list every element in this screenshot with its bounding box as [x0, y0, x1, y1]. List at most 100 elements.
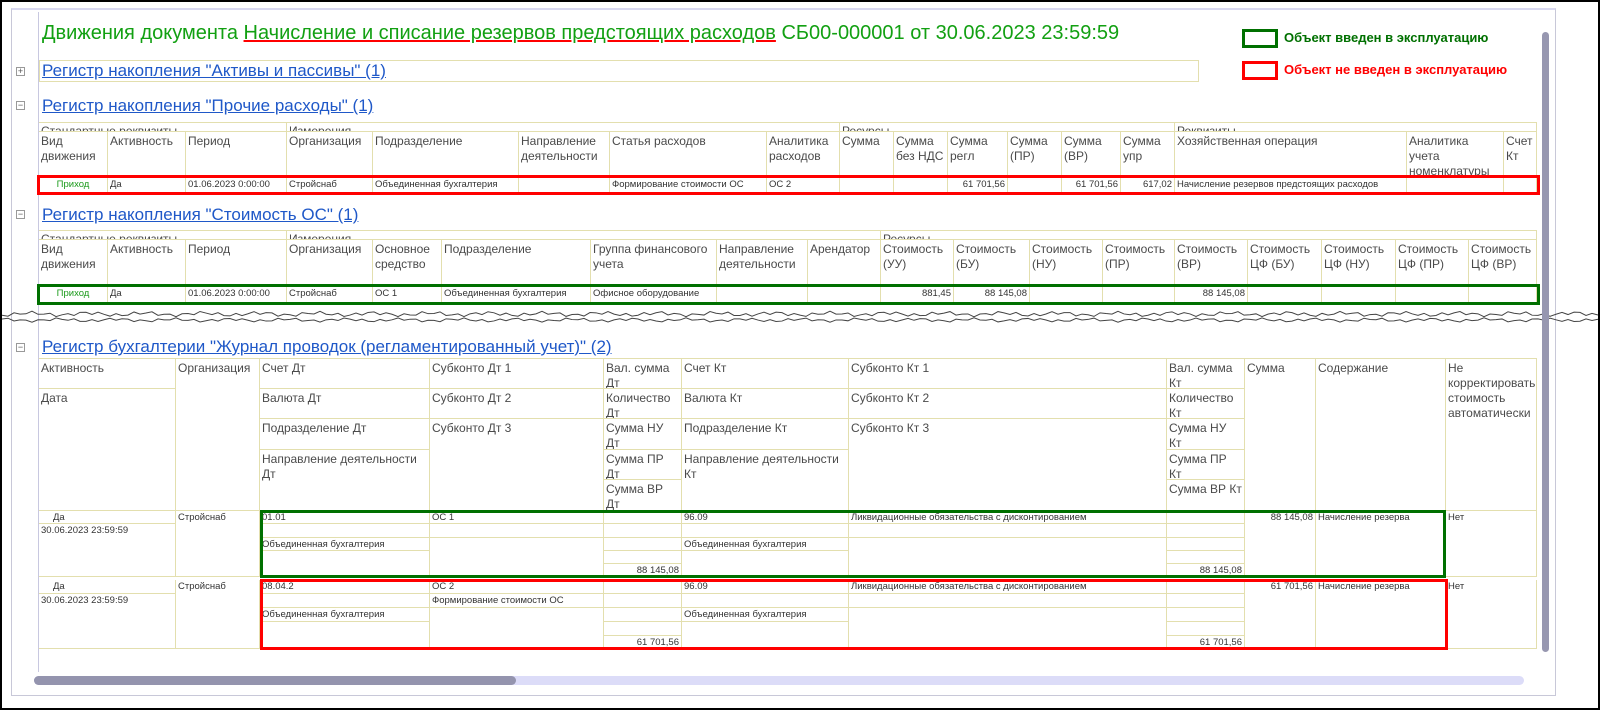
table-cell: Начисление резервов предстоящих расходов [1175, 178, 1407, 193]
table-cell [604, 551, 682, 564]
table-cell: Ликвидационные обязательства с дисконтир… [849, 580, 1167, 594]
table-cell: 61 701,56 [1245, 580, 1316, 649]
column-header: Активность [39, 359, 176, 389]
table-cell [682, 622, 849, 649]
section-cost-link[interactable]: Регистр накопления "Стоимость ОС" (1) [42, 205, 358, 225]
table-cell: Да [39, 580, 176, 594]
column-header: Подразделение [442, 240, 591, 287]
table-cell [1167, 580, 1245, 594]
column-header: Не корректировать стоимость автоматическ… [1446, 359, 1537, 511]
collapse-icon[interactable]: − [16, 210, 25, 219]
title-prefix: Движения документа [42, 22, 244, 44]
document-link[interactable]: Начисление и списание резервов предстоящ… [244, 22, 776, 44]
table-cell: Да [108, 287, 186, 303]
collapse-icon[interactable]: − [16, 343, 25, 352]
table-cell [682, 551, 849, 577]
table-cell: 88 145,08 [1175, 287, 1248, 303]
table-cell: 08.04.2 [260, 580, 430, 594]
column-header: Направление деятельности Кт [682, 450, 849, 511]
horizontal-scrollbar-thumb[interactable] [34, 676, 516, 685]
table-cell: Нет [1446, 580, 1537, 649]
expand-icon[interactable]: + [16, 67, 25, 76]
column-header: Сумма ВР Дт [604, 480, 682, 511]
column-header: Аналитика расходов [767, 132, 840, 178]
column-group-header: Стандартные реквизиты [39, 231, 287, 240]
table-cell [604, 622, 682, 636]
column-header: Содержание [1316, 359, 1446, 511]
table-cell [682, 524, 849, 538]
table-cell: Стройснаб [176, 511, 260, 577]
table-cell [604, 608, 682, 622]
table-cell [1103, 287, 1175, 303]
table-cell: 881,45 [881, 287, 954, 303]
column-group-header: Ресурсы [881, 231, 1537, 240]
table-cell [808, 287, 881, 303]
section-assets-link[interactable]: Регистр накопления "Активы и пассивы" (1… [42, 61, 386, 81]
table-cell: Объединенная бухгалтерия [682, 538, 849, 551]
table-cell: Формирование стоимости ОС [430, 594, 604, 608]
table-cell: 88 145,08 [604, 564, 682, 577]
legend-swatch-green [1242, 29, 1278, 48]
column-header: Субконто Дт 1 [430, 359, 604, 389]
column-header: Группа финансового учета [591, 240, 717, 287]
column-header: Сумма упр [1121, 132, 1175, 178]
column-group-header: Ресурсы [840, 123, 1175, 132]
table-cell: Начисление резерва [1316, 580, 1446, 649]
table-cell: Стройснаб [287, 287, 373, 303]
column-header: Дата [39, 389, 176, 511]
table-cell: ОС 2 [767, 178, 840, 193]
table-cell [604, 594, 682, 608]
column-header: Счет Кт [682, 359, 849, 389]
table-cell: Стройснаб [176, 580, 260, 649]
column-header: Организация [287, 132, 373, 178]
column-header: Вид движения [39, 240, 108, 287]
table-cell: 30.06.2023 23:59:59 [39, 594, 176, 649]
column-header: Вал. сумма Дт [604, 359, 682, 389]
title-suffix: СБ00-000001 от 30.06.2023 23:59:59 [775, 22, 1120, 44]
legend-label-in-operation: Объект введен в эксплуатацию [1284, 30, 1489, 45]
table-cell [1167, 622, 1245, 636]
table-cell [1396, 287, 1469, 303]
collapse-icon[interactable]: − [16, 101, 25, 110]
table-cell: Объединенная бухгалтерия [373, 178, 519, 193]
column-header: Субконто Кт 2 [849, 389, 1167, 419]
table-cell: Объединенная бухгалтерия [260, 538, 430, 551]
table-cell [604, 580, 682, 594]
column-header: Стоимость ЦФ (ПР) [1396, 240, 1469, 287]
table-cell [430, 538, 604, 577]
column-group-header: Стандартные реквизиты [39, 123, 287, 132]
table-cell: 01.06.2023 0:00:00 [186, 287, 287, 303]
table-cell [1167, 538, 1245, 551]
column-header: Стоимость (ПР) [1103, 240, 1175, 287]
column-header: Сумма НУ Дт [604, 419, 682, 450]
section-other-link[interactable]: Регистр накопления "Прочие расходы" (1) [42, 96, 373, 116]
table-cell [1167, 594, 1245, 608]
column-header: Вал. сумма Кт [1167, 359, 1245, 389]
table-cell [260, 594, 430, 608]
table-cell [519, 178, 610, 193]
column-header: Стоимость (НУ) [1030, 240, 1103, 287]
column-header: Сумма [840, 132, 894, 178]
table-cell [604, 524, 682, 538]
table-cell [849, 524, 1167, 538]
column-header: Стоимость ЦФ (БУ) [1248, 240, 1322, 287]
column-header: Сумма ПР Кт [1167, 450, 1245, 480]
page-title: Движения документа Начисление и списание… [42, 22, 1119, 45]
table-cell [430, 608, 604, 649]
column-header: Валюта Кт [682, 389, 849, 419]
table-cell: 88 145,08 [1245, 511, 1316, 577]
column-header: Период [186, 240, 287, 287]
table-cell [1167, 524, 1245, 538]
column-header: Подразделение Кт [682, 419, 849, 450]
table-cell: 61 701,56 [1167, 636, 1245, 649]
table-cell [1030, 287, 1103, 303]
table-cell [604, 538, 682, 551]
table-cell [1248, 287, 1322, 303]
table-cell: Нет [1446, 511, 1537, 577]
table-cell: 96.09 [682, 511, 849, 524]
table-cell: Начисление резерва [1316, 511, 1446, 577]
table-cell: Приход [39, 178, 108, 193]
column-header: Активность [108, 132, 186, 178]
vertical-scrollbar-thumb[interactable] [1542, 32, 1549, 652]
table-cell: 617,02 [1121, 178, 1175, 193]
